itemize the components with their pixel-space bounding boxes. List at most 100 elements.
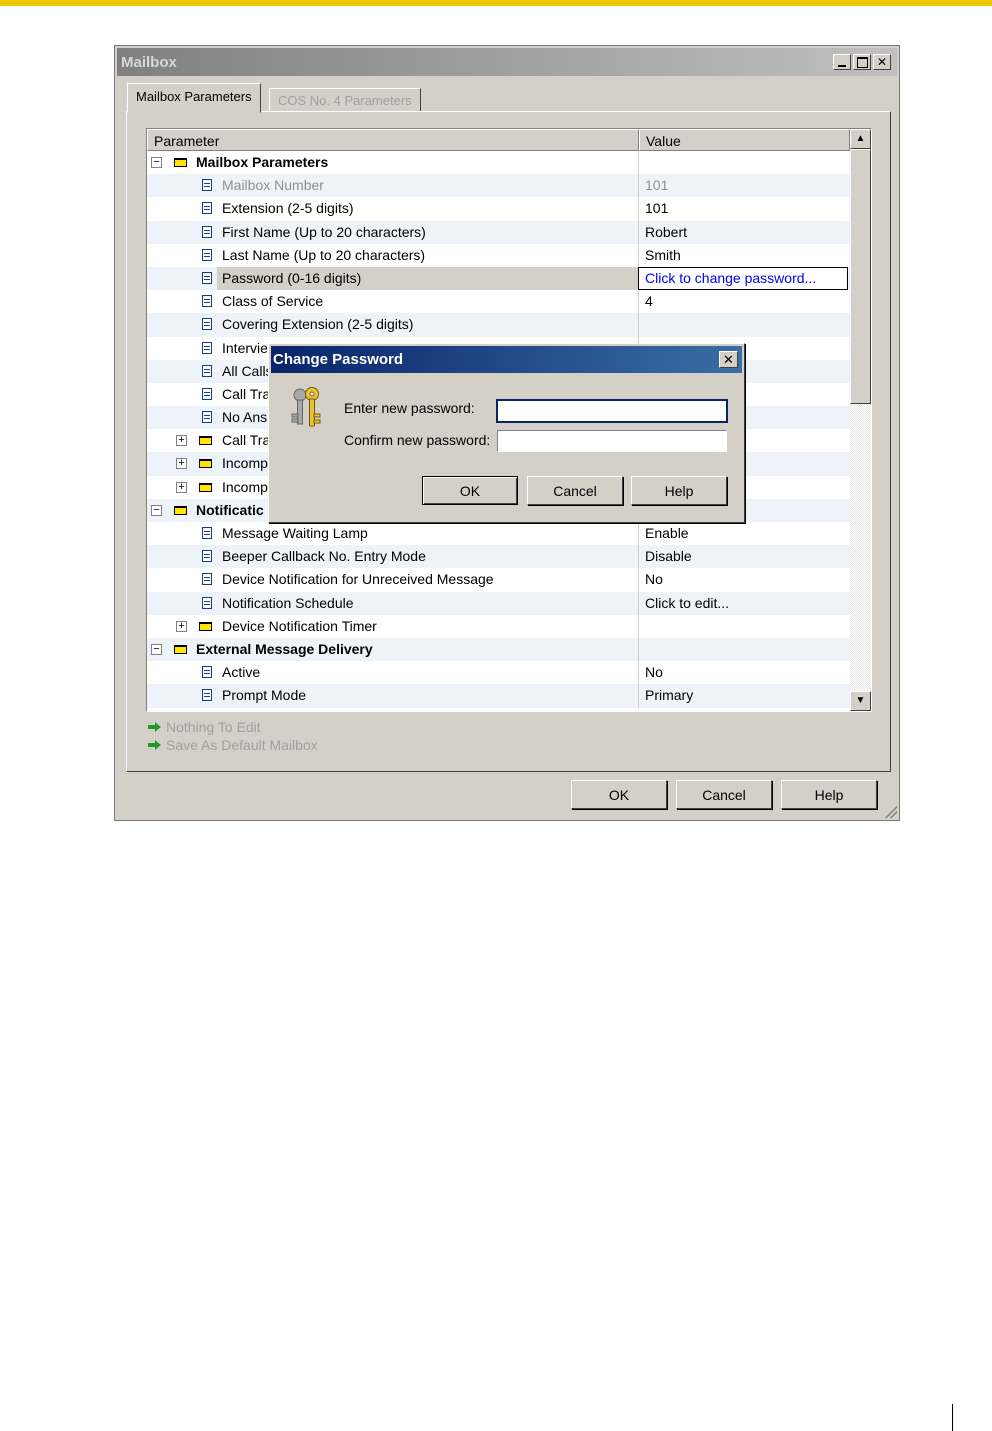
resize-grip-icon[interactable] (885, 806, 897, 818)
param-value: 101 (645, 200, 669, 217)
dialog-ok-button[interactable]: OK (422, 476, 518, 505)
param-label: Password (0-16 digits) (222, 269, 362, 286)
param-label: Extension (2-5 digits) (222, 200, 354, 217)
document-icon (202, 225, 212, 238)
scroll-down-button[interactable]: ▼ (850, 691, 871, 711)
save-default-label: Save As Default Mailbox (166, 737, 318, 753)
table-row[interactable]: Device Notification for Unreceived Messa… (147, 568, 850, 592)
param-label: First Name (Up to 20 characters) (222, 223, 426, 240)
group-row-external-message-delivery[interactable]: − External Message Delivery (147, 637, 850, 662)
table-row-selected[interactable]: Password (0-16 digits) Click to change p… (147, 266, 850, 291)
table-row[interactable]: Active No (147, 661, 850, 685)
vertical-scrollbar[interactable]: ▲ ▼ (850, 129, 871, 711)
document-icon (202, 527, 212, 539)
ok-button[interactable]: OK (571, 780, 667, 809)
param-label: Class of Service (222, 293, 324, 310)
param-value: No (645, 664, 663, 681)
table-row[interactable]: Extension (2-5 digits) 101 (147, 197, 850, 221)
folder-icon (199, 482, 212, 492)
scroll-thumb[interactable] (850, 149, 871, 404)
group-label: Notificatic (196, 501, 264, 518)
column-header-parameter[interactable]: Parameter (147, 129, 639, 151)
collapse-icon[interactable]: − (151, 643, 162, 655)
window-titlebar[interactable]: Mailbox ✕ (117, 48, 897, 76)
maximize-icon (856, 56, 868, 68)
minimize-button[interactable] (833, 54, 851, 70)
expand-icon[interactable]: + (176, 481, 187, 493)
document-icon (202, 689, 212, 702)
enter-password-label: Enter new password: (344, 400, 475, 416)
change-password-dialog: Change Password ✕ Enter new password: Co… (268, 343, 745, 523)
expand-icon[interactable]: + (176, 458, 187, 470)
param-value: Primary (645, 687, 694, 704)
document-icon (202, 411, 212, 424)
green-arrow-icon (148, 722, 162, 732)
document-icon (202, 248, 212, 261)
subgroup-row[interactable]: + Device Notification Timer (147, 614, 850, 638)
new-password-input[interactable] (496, 399, 728, 423)
scroll-up-button[interactable]: ▲ (850, 129, 871, 149)
folder-icon (174, 644, 187, 654)
help-button[interactable]: Help (781, 780, 877, 809)
folder-icon (199, 436, 212, 446)
window-title: Mailbox (121, 54, 177, 71)
key-icon (291, 387, 321, 427)
column-header-value[interactable]: Value (639, 129, 850, 151)
document-icon (202, 364, 212, 377)
confirm-password-input[interactable] (497, 430, 727, 452)
expand-icon[interactable]: + (176, 620, 187, 632)
group-row-mailbox-parameters[interactable]: − Mailbox Parameters (147, 151, 850, 175)
folder-icon (174, 158, 187, 167)
param-label: Call Tra (222, 385, 271, 402)
table-row[interactable]: Covering Extension (2-5 digits) (147, 313, 850, 337)
cancel-button[interactable]: Cancel (676, 780, 772, 809)
tab-mailbox-parameters[interactable]: Mailbox Parameters (127, 83, 261, 113)
table-row[interactable]: Beeper Callback No. Entry Mode Disable (147, 545, 850, 569)
table-row[interactable]: Notification Schedule Click to edit... (147, 591, 850, 615)
collapse-icon[interactable]: − (151, 157, 162, 168)
document-icon (202, 179, 212, 192)
dialog-cancel-button[interactable]: Cancel (527, 476, 623, 505)
nothing-to-edit-link[interactable]: Nothing To Edit (148, 718, 318, 736)
table-row[interactable]: Prompt Mode Primary (147, 684, 850, 708)
confirm-password-label: Confirm new password: (344, 432, 491, 448)
close-icon: ✕ (723, 352, 734, 367)
dialog-titlebar[interactable]: Change Password ✕ (271, 346, 742, 373)
param-value[interactable]: Click to edit... (645, 595, 729, 611)
param-value: No (645, 571, 663, 588)
param-label: Active (222, 664, 261, 681)
subgroup-label: Incomp (222, 478, 268, 495)
change-password-link[interactable]: Click to change password... (638, 266, 848, 290)
page-margin-line (952, 1404, 953, 1431)
group-label: Mailbox Parameters (196, 154, 329, 170)
save-default-mailbox-link[interactable]: Save As Default Mailbox (148, 736, 318, 754)
param-value: Robert (645, 223, 688, 240)
dialog-help-button[interactable]: Help (631, 476, 727, 505)
folder-icon (174, 505, 187, 515)
subgroup-label: Call Tra (222, 432, 271, 449)
collapse-icon[interactable]: − (151, 504, 162, 516)
param-value: Enable (645, 525, 689, 541)
group-label: External Message Delivery (196, 640, 373, 657)
dialog-close-button[interactable]: ✕ (719, 351, 738, 368)
arrow-up-icon: ▲ (855, 133, 866, 144)
table-row[interactable]: Mailbox Number 101 (147, 174, 850, 198)
document-icon (202, 550, 212, 563)
page-accent-bar (0, 0, 992, 6)
table-row[interactable]: Last Name (Up to 20 characters) Smith (147, 243, 850, 267)
table-row[interactable]: Message Waiting Lamp Enable (147, 522, 850, 546)
close-button[interactable]: ✕ (873, 54, 891, 70)
param-label: Device Notification for Unreceived Messa… (222, 571, 494, 588)
table-row[interactable]: Class of Service 4 (147, 290, 850, 314)
document-icon (202, 387, 212, 400)
tab-cos-parameters[interactable]: COS No. 4 Parameters (269, 88, 421, 112)
subgroup-label: Device Notification Timer (222, 617, 377, 634)
grid-header: Parameter Value (147, 129, 850, 151)
maximize-button[interactable] (853, 54, 871, 70)
param-label: Message Waiting Lamp (222, 525, 368, 541)
table-row[interactable]: First Name (Up to 20 characters) Robert (147, 220, 850, 244)
param-label: Notification Schedule (222, 594, 354, 611)
param-label: Beeper Callback No. Entry Mode (222, 548, 426, 565)
action-links: Nothing To Edit Save As Default Mailbox (148, 718, 318, 754)
expand-icon[interactable]: + (176, 435, 187, 447)
